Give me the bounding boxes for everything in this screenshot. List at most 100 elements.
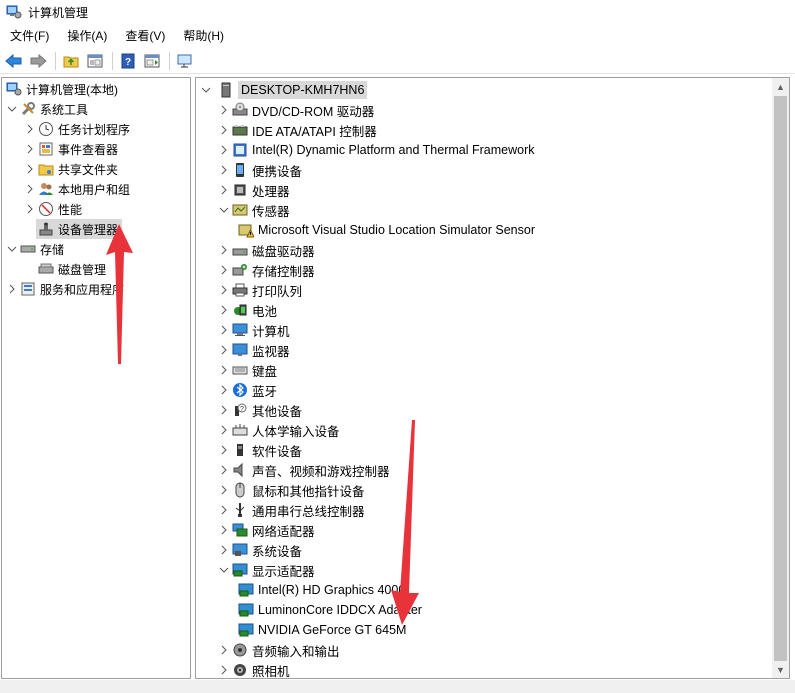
tree-item-root[interactable]: 计算机管理(本地) [6,79,118,99]
monitor-icon[interactable] [175,51,195,71]
device-category[interactable]: 计算机 [218,320,290,340]
chevron-right-icon[interactable] [218,464,230,476]
chevron-right-icon[interactable] [218,124,230,136]
device-category[interactable]: 磁盘驱动器 [218,240,315,260]
device-category[interactable]: 监视器 [218,340,290,360]
help-icon[interactable]: ? [118,51,138,71]
software-device-icon [232,442,248,458]
device-category[interactable]: 显示适配器 [218,560,315,580]
device-category[interactable]: 音频输入和输出 [218,640,340,660]
device-label: 系统设备 [252,544,303,559]
device-item[interactable]: Intel(R) HD Graphics 4000 [236,580,405,600]
chevron-right-icon[interactable] [218,544,230,556]
device-category[interactable]: DVD/CD-ROM 驱动器 [218,100,374,120]
performance-icon [38,201,54,217]
chevron-right-icon[interactable] [218,364,230,376]
menu-view[interactable]: 查看(V) [115,24,173,48]
show-hide-tree-icon[interactable] [85,51,105,71]
device-category[interactable]: 蓝牙 [218,380,277,400]
chevron-right-icon[interactable] [218,324,230,336]
tree-item-performance[interactable]: 性能 [24,199,82,219]
chevron-right-icon[interactable] [24,203,36,215]
device-category[interactable]: 键盘 [218,360,277,380]
device-category[interactable]: 声音、视频和游戏控制器 [218,460,390,480]
tree-item-system-tools[interactable]: 系统工具 [6,99,88,119]
chevron-right-icon[interactable] [6,283,18,295]
show-action-pane-icon[interactable] [142,51,162,71]
chevron-right-icon[interactable] [218,664,230,676]
chevron-right-icon[interactable] [218,424,230,436]
chevron-right-icon[interactable] [24,143,36,155]
tree-item-disk-management[interactable]: 磁盘管理 [36,259,106,279]
chevron-right-icon[interactable] [218,344,230,356]
chevron-down-icon[interactable] [6,103,18,115]
chevron-right-icon[interactable] [218,444,230,456]
device-category[interactable]: 通用串行总线控制器 [218,500,365,520]
device-category[interactable]: IDE ATA/ATAPI 控制器 [218,120,377,140]
device-label: 其他设备 [252,404,303,419]
device-category[interactable]: 人体学输入设备 [218,420,340,440]
device-category[interactable]: 软件设备 [218,440,302,460]
device-label: 传感器 [252,204,290,219]
chevron-right-icon[interactable] [218,264,230,276]
portable-device-icon [232,162,248,178]
up-folder-icon[interactable] [61,51,81,71]
chevron-down-icon[interactable] [6,243,18,255]
chevron-right-icon[interactable] [218,644,230,656]
tree-item-storage[interactable]: 存储 [6,239,64,259]
device-category[interactable]: 打印队列 [218,280,302,300]
device-item[interactable]: NVIDIA GeForce GT 645M [236,620,406,640]
tree-item-task-scheduler[interactable]: 任务计划程序 [24,119,130,139]
tree-item-event-viewer[interactable]: 事件查看器 [24,139,118,159]
chevron-right-icon[interactable] [218,284,230,296]
menu-help[interactable]: 帮助(H) [173,24,232,48]
chevron-right-icon[interactable] [218,304,230,316]
processor-icon [232,182,248,198]
chevron-right-icon[interactable] [218,184,230,196]
chevron-down-icon[interactable] [218,204,230,216]
device-category[interactable]: 鼠标和其他指针设备 [218,480,365,500]
menu-bar: 文件(F) 操作(A) 查看(V) 帮助(H) [0,24,795,48]
menu-file[interactable]: 文件(F) [0,24,57,48]
chevron-right-icon[interactable] [218,484,230,496]
chevron-right-icon[interactable] [24,123,36,135]
chevron-right-icon[interactable] [218,164,230,176]
device-category[interactable]: 照相机 [218,660,290,678]
device-tree-root[interactable]: DESKTOP-KMH7HN6 [200,80,368,100]
device-category[interactable]: 传感器 [218,200,290,220]
device-category[interactable]: 便携设备 [218,160,302,180]
device-category[interactable]: 电池 [218,300,277,320]
vertical-scrollbar[interactable]: ▲ ▼ [772,78,789,678]
forward-icon[interactable] [28,51,48,71]
tree-item-local-users[interactable]: 本地用户和组 [24,179,130,199]
chevron-right-icon[interactable] [218,244,230,256]
chevron-right-icon[interactable] [24,163,36,175]
chevron-right-icon[interactable] [218,504,230,516]
scroll-down-icon[interactable]: ▼ [772,661,789,678]
device-label: 计算机 [252,324,290,339]
chevron-right-icon[interactable] [218,104,230,116]
menu-action[interactable]: 操作(A) [57,24,115,48]
tree-item-shared-folders[interactable]: 共享文件夹 [24,159,118,179]
device-category[interactable]: ? 其他设备 [218,400,302,420]
back-icon[interactable] [4,51,24,71]
chevron-right-icon[interactable] [218,524,230,536]
event-viewer-icon [38,141,54,157]
device-category[interactable]: 网络适配器 [218,520,315,540]
device-category[interactable]: Intel(R) Dynamic Platform and Thermal Fr… [218,140,534,160]
chevron-right-icon[interactable] [218,384,230,396]
scroll-thumb[interactable] [774,96,787,661]
device-item[interactable]: Microsoft Visual Studio Location Simulat… [236,220,535,240]
scroll-up-icon[interactable]: ▲ [772,78,789,95]
device-category[interactable]: 处理器 [218,180,290,200]
chevron-right-icon[interactable] [218,144,230,156]
device-label: 监视器 [252,344,290,359]
annotation-arrow-down [391,420,419,625]
chevron-down-icon[interactable] [218,564,230,576]
device-category[interactable]: 系统设备 [218,540,302,560]
chevron-right-icon[interactable] [24,183,36,195]
display-adapter-icon [238,582,254,598]
chevron-down-icon[interactable] [200,84,212,96]
chevron-right-icon[interactable] [218,404,230,416]
device-category[interactable]: 存储控制器 [218,260,315,280]
